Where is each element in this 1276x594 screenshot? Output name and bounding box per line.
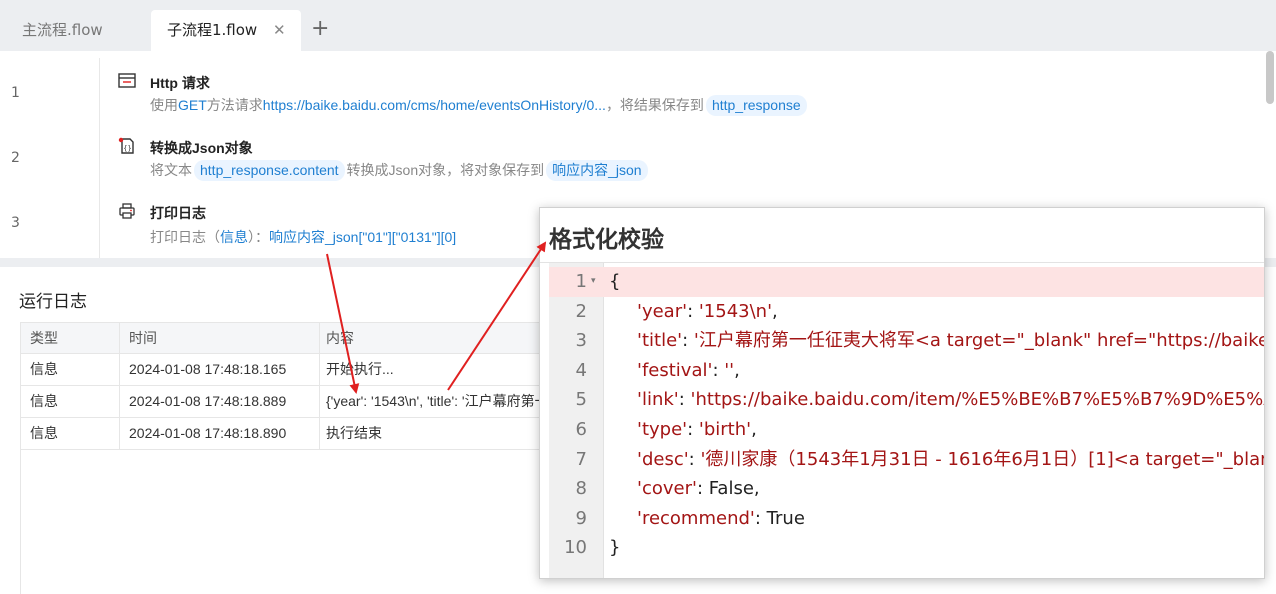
code-editor[interactable]: 1 ▾ { 2 'year': '1543\n', 3 'title': '江户… bbox=[549, 263, 1264, 578]
step-number: 2 bbox=[11, 150, 20, 166]
desc-text: 方法请求 bbox=[206, 97, 263, 113]
code-key: 'recommend' bbox=[637, 507, 755, 529]
step-title[interactable]: Http 请求 bbox=[150, 73, 210, 93]
add-tab-icon[interactable]: + bbox=[311, 16, 329, 42]
code-line: 8 'cover': False, bbox=[549, 474, 1264, 504]
desc-level: 信息 bbox=[220, 229, 248, 245]
table-row[interactable]: 信息 2024-01-08 17:48:18.165 开始执行... bbox=[21, 354, 579, 386]
line-number: 3 bbox=[575, 330, 587, 352]
log-type: 信息 bbox=[21, 418, 120, 449]
line-number: 4 bbox=[575, 359, 587, 381]
step-title[interactable]: 转换成Json对象 bbox=[150, 138, 253, 158]
code-value: '德川家康（1543年1月31日 - 1616年6月1日）[1]<a targe… bbox=[700, 448, 1264, 470]
line-number: 7 bbox=[575, 448, 587, 470]
code-key: 'title' bbox=[637, 330, 683, 352]
code-value: 'https://baike.baidu.com/item/%E5%BE%B7%… bbox=[690, 389, 1264, 411]
line-number: 5 bbox=[575, 389, 587, 411]
line-number: 1 bbox=[575, 271, 587, 292]
code-key: 'year' bbox=[637, 300, 688, 322]
code-key: 'desc' bbox=[637, 448, 689, 470]
format-validation-popup: 格式化校验 1 ▾ { 2 'year': '1543\n', 3 'title… bbox=[539, 207, 1265, 579]
step-description: 打印日志（信息）：响应内容_json["01"]["0131"][0] bbox=[150, 227, 456, 247]
code-line: 10 } bbox=[549, 533, 1264, 563]
log-title: 运行日志 bbox=[19, 292, 87, 312]
code-value: True bbox=[766, 507, 805, 529]
code-key: 'type' bbox=[637, 419, 688, 440]
log-type: 信息 bbox=[21, 354, 120, 385]
step-number: 3 bbox=[11, 215, 20, 231]
desc-method: GET bbox=[178, 97, 207, 113]
variable-pill: http_response bbox=[705, 95, 807, 116]
popup-title: 格式化校验 bbox=[549, 227, 664, 253]
step-description: 使用GET方法请求https://baike.baidu.com/cms/hom… bbox=[150, 95, 809, 116]
code-value: '1543\n' bbox=[698, 300, 773, 322]
code-line: 1 ▾ { bbox=[549, 267, 1264, 297]
code-key: 'cover' bbox=[637, 478, 697, 500]
code-value: False bbox=[708, 478, 754, 500]
step-number: 1 bbox=[11, 85, 20, 101]
code-key: 'link' bbox=[637, 389, 679, 411]
code-value: '' bbox=[724, 359, 735, 381]
variable-pill: http_response.content bbox=[194, 160, 345, 181]
tab-subflow-1-label: 子流程1.flow bbox=[167, 21, 258, 39]
browser-window-icon bbox=[118, 73, 136, 88]
flow-scrollbar[interactable] bbox=[1266, 51, 1274, 104]
desc-text: 使用 bbox=[150, 97, 178, 113]
table-border bbox=[20, 450, 21, 594]
table-row[interactable]: 信息 2024-01-08 17:48:18.890 执行结束 bbox=[21, 418, 579, 450]
desc-text: 转换成Json对象，将对象保存到 bbox=[346, 162, 545, 178]
variable-pill: 响应内容_json bbox=[546, 160, 648, 181]
log-type: 信息 bbox=[21, 386, 120, 417]
tab-main-flow-label: 主流程.flow bbox=[22, 21, 103, 39]
tab-subflow-1[interactable]: 子流程1.flow ✕ bbox=[151, 10, 301, 51]
line-number: 10 bbox=[564, 537, 587, 559]
code-value: '江户幕府第一任征夷大将军<a target="_blank" href="ht… bbox=[693, 330, 1264, 352]
line-number: 8 bbox=[575, 478, 587, 500]
desc-text: 将文本 bbox=[150, 162, 192, 178]
log-time: 2024-01-08 17:48:18.165 bbox=[120, 354, 320, 385]
code-line: 9 'recommend': True bbox=[549, 504, 1264, 534]
desc-text: 打印日志（ bbox=[150, 229, 220, 245]
table-row[interactable]: 信息 2024-01-08 17:48:18.889 {'year': '154… bbox=[21, 386, 581, 418]
line-number: 2 bbox=[575, 300, 587, 322]
step-title[interactable]: 打印日志 bbox=[150, 203, 206, 223]
code-brace: { bbox=[609, 271, 621, 292]
column-header-time: 时间 bbox=[120, 323, 320, 353]
log-time: 2024-01-08 17:48:18.890 bbox=[120, 418, 320, 449]
log-time: 2024-01-08 17:48:18.889 bbox=[120, 386, 320, 417]
tab-main-flow[interactable]: 主流程.flow bbox=[22, 10, 103, 51]
line-number: 6 bbox=[575, 419, 587, 440]
code-brace: } bbox=[609, 537, 621, 559]
column-header-type: 类型 bbox=[21, 323, 120, 353]
desc-expression: 响应内容_json["01"]["0131"][0] bbox=[269, 229, 457, 245]
code-line: 3 'title': '江户幕府第一任征夷大将军<a target="_blan… bbox=[549, 326, 1264, 356]
code-key: 'festival' bbox=[637, 359, 713, 381]
line-number: 9 bbox=[575, 507, 587, 529]
json-convert-icon: {} bbox=[118, 137, 134, 154]
step-description: 将文本 http_response.content 转换成Json对象，将对象保存到… bbox=[150, 160, 650, 181]
svg-text:{}: {} bbox=[123, 145, 131, 153]
close-icon[interactable]: ✕ bbox=[273, 10, 286, 51]
code-line: 6 'type': 'birth', bbox=[549, 415, 1264, 445]
code-value: 'birth' bbox=[698, 419, 752, 440]
code-line: 5 'link': 'https://baike.baidu.com/item/… bbox=[549, 385, 1264, 415]
desc-url: https://baike.baidu.com/cms/home/eventsO… bbox=[262, 97, 606, 113]
printer-icon bbox=[119, 203, 135, 219]
tab-bar: 主流程.flow 子流程1.flow ✕ + bbox=[0, 0, 1276, 51]
gutter-divider bbox=[99, 58, 100, 258]
desc-text: ，将结果保存到 bbox=[605, 97, 704, 113]
code-line: 4 'festival': '', bbox=[549, 356, 1264, 386]
code-line: 7 'desc': '德川家康（1543年1月31日 - 1616年6月1日）[… bbox=[549, 445, 1264, 475]
code-line: 2 'year': '1543\n', bbox=[549, 297, 1264, 327]
log-table: 类型 时间 内容 信息 2024-01-08 17:48:18.165 开始执行… bbox=[20, 322, 581, 450]
desc-text: ）： bbox=[248, 229, 269, 245]
table-header: 类型 时间 内容 bbox=[21, 323, 579, 354]
fold-arrow-icon[interactable]: ▾ bbox=[591, 267, 596, 297]
